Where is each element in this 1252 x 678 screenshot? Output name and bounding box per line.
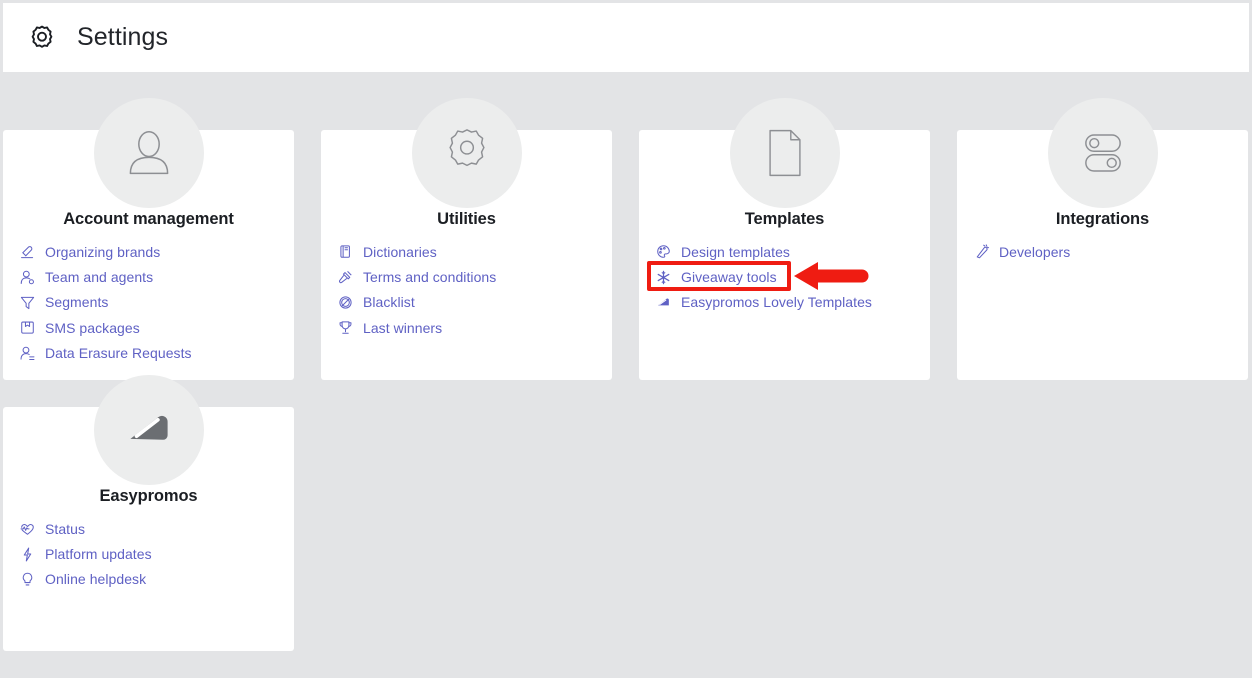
card-title: Utilities — [437, 210, 496, 228]
link-label: Design templates — [681, 243, 790, 260]
link-label: Online helpdesk — [45, 571, 147, 588]
link-organizing-brands[interactable]: Organizing brands — [17, 239, 294, 264]
funnel-filter-icon — [17, 293, 37, 311]
palette-icon — [653, 243, 673, 261]
gear-icon — [25, 21, 59, 55]
stamp-icon — [17, 243, 37, 261]
easypromos-wing-icon — [653, 293, 673, 311]
link-label: Team and agents — [45, 269, 154, 286]
link-online-helpdesk[interactable]: Online helpdesk — [17, 567, 294, 592]
asterisk-sparkle-icon — [653, 268, 673, 286]
link-label: Dictionaries — [363, 243, 437, 260]
card-links: Developers — [957, 239, 1248, 264]
card-links: Status Platform updates Online helpdesk — [3, 516, 294, 592]
link-label: Developers — [999, 243, 1071, 260]
card-integrations: Integrations Developers — [957, 98, 1248, 380]
link-label: SMS packages — [45, 319, 140, 336]
gear-icon — [411, 98, 522, 208]
package-box-icon — [17, 319, 37, 337]
pen-code-icon — [971, 243, 991, 261]
link-giveaway-tools[interactable]: Giveaway tools — [653, 264, 930, 289]
easypromos-logo-icon — [93, 374, 204, 485]
document-page-icon — [729, 98, 840, 208]
card-links: Dictionaries Terms and conditions Blackl… — [321, 239, 612, 341]
link-label: Status — [45, 520, 85, 537]
user-erase-icon — [17, 344, 37, 362]
card-title: Templates — [744, 210, 825, 228]
card-account-management: Account management Organizing brands Tea… — [3, 98, 294, 380]
link-label: Data Erasure Requests — [45, 345, 192, 362]
card-templates: Templates Design templates Giveaway tool… — [639, 98, 930, 380]
lightbulb-icon — [17, 570, 37, 588]
user-avatar-icon — [93, 98, 204, 208]
link-terms-and-conditions[interactable]: Terms and conditions — [335, 264, 612, 289]
toggle-switches-icon — [1047, 98, 1158, 208]
link-label: Easypromos Lovely Templates — [681, 294, 872, 311]
page-title: Settings — [77, 23, 169, 51]
link-easypromos-lovely-templates[interactable]: Easypromos Lovely Templates — [653, 290, 930, 315]
link-team-and-agents[interactable]: Team and agents — [17, 264, 294, 289]
link-platform-updates[interactable]: Platform updates — [17, 541, 294, 566]
link-status[interactable]: Status — [17, 516, 294, 541]
card-easypromos: Easypromos Status Platform updates Onlin… — [3, 374, 294, 651]
block-icon — [335, 293, 355, 311]
link-design-templates[interactable]: Design templates — [653, 239, 930, 264]
card-row-1: Account management Organizing brands Tea… — [3, 98, 1252, 380]
link-label: Segments — [45, 294, 109, 311]
link-developers[interactable]: Developers — [971, 239, 1248, 264]
user-settings-icon — [17, 268, 37, 286]
link-dictionaries[interactable]: Dictionaries — [335, 239, 612, 264]
card-links: Organizing brands Team and agents Segmen… — [3, 239, 294, 366]
lightning-bolt-icon — [17, 545, 37, 563]
link-label: Last winners — [363, 319, 443, 336]
heartbeat-icon — [17, 520, 37, 538]
book-icon — [335, 243, 355, 261]
settings-card-grid: Account management Organizing brands Tea… — [3, 98, 1252, 678]
link-label: Organizing brands — [45, 243, 161, 260]
link-label: Platform updates — [45, 546, 152, 563]
link-sms-packages[interactable]: SMS packages — [17, 315, 294, 340]
link-blacklist[interactable]: Blacklist — [335, 290, 612, 315]
gavel-icon — [335, 268, 355, 286]
card-title: Integrations — [1055, 210, 1150, 228]
card-row-2: Easypromos Status Platform updates Onlin… — [3, 374, 1252, 651]
card-links: Design templates Giveaway tools Easyprom… — [639, 239, 930, 315]
link-label: Terms and conditions — [363, 269, 497, 286]
link-last-winners[interactable]: Last winners — [335, 315, 612, 340]
link-label: Blacklist — [363, 294, 415, 311]
page-header: Settings — [3, 3, 1249, 72]
link-segments[interactable]: Segments — [17, 290, 294, 315]
link-data-erasure-requests[interactable]: Data Erasure Requests — [17, 341, 294, 366]
card-utilities: Utilities Dictionaries Terms and conditi… — [321, 98, 612, 380]
card-title: Easypromos — [99, 486, 198, 505]
trophy-icon — [335, 319, 355, 337]
link-label: Giveaway tools — [681, 269, 777, 286]
card-title: Account management — [63, 210, 234, 228]
